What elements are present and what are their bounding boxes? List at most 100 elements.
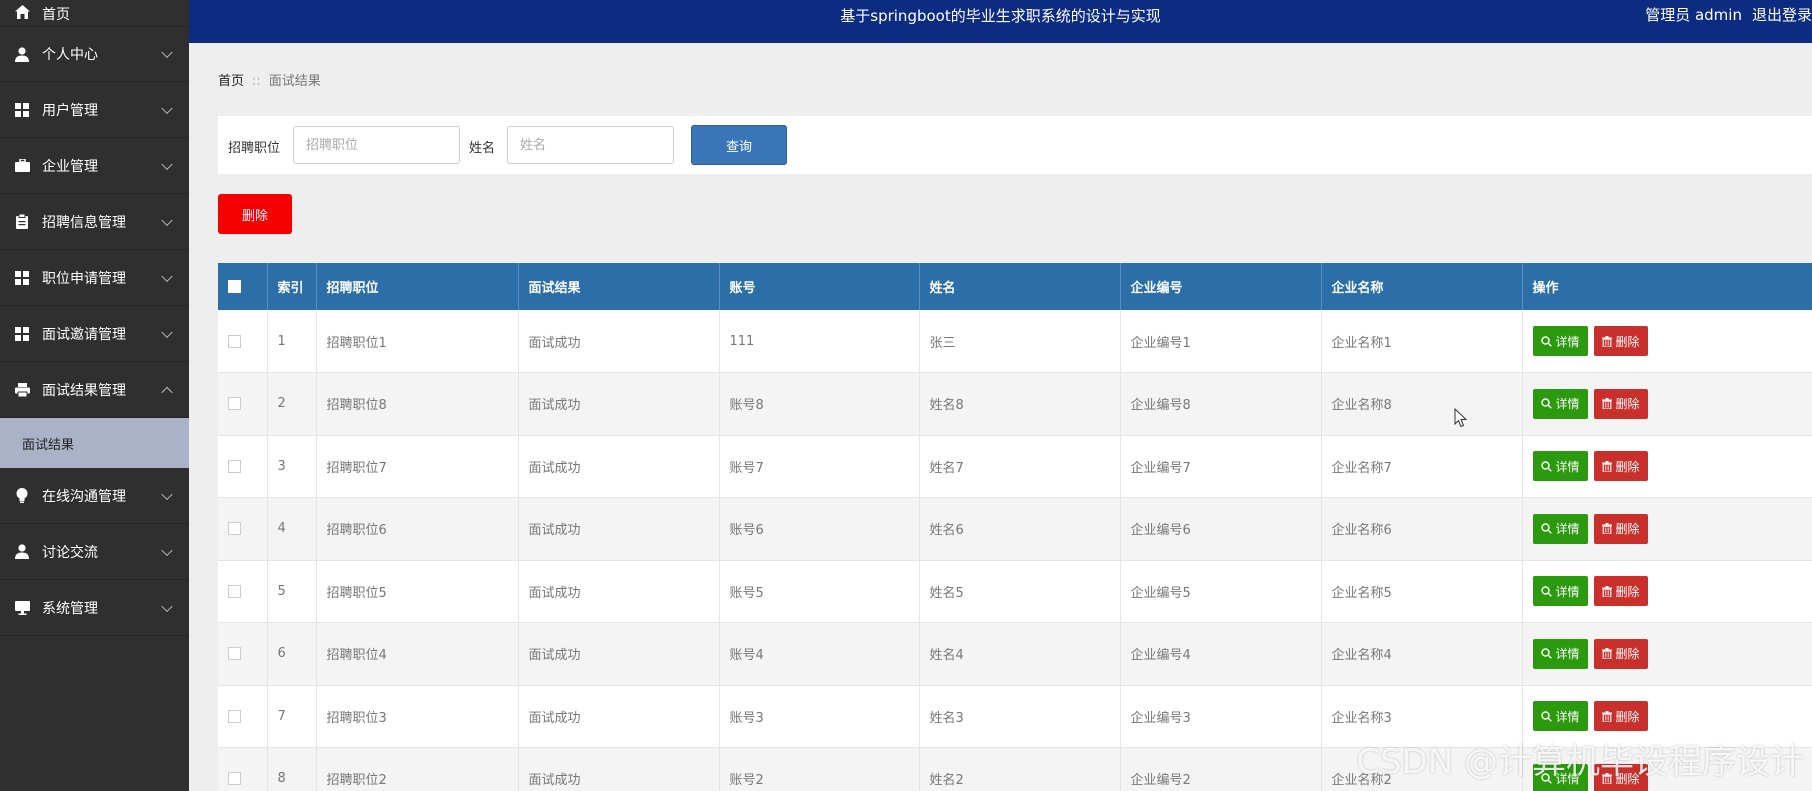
position-search-input[interactable] xyxy=(293,126,460,164)
grid-icon xyxy=(14,102,30,118)
detail-button[interactable]: 详情 xyxy=(1532,451,1588,482)
sidebar-item-job-application[interactable]: 职位申请管理 xyxy=(0,250,189,306)
row-checkbox[interactable] xyxy=(228,397,241,411)
detail-button-label: 详情 xyxy=(1555,334,1580,349)
cell-index: 7 xyxy=(267,685,317,748)
delete-button-label: 删除 xyxy=(1615,584,1640,599)
row-select-cell[interactable] xyxy=(218,435,268,498)
detail-button[interactable]: 详情 xyxy=(1532,701,1588,732)
cell-position: 招聘职位3 xyxy=(316,685,519,748)
batch-delete-button[interactable]: 删除 xyxy=(218,194,292,234)
cell-company-no: 企业编号3 xyxy=(1120,685,1322,748)
cell-position: 招聘职位5 xyxy=(316,560,519,623)
chevron-down-icon xyxy=(161,102,173,114)
chevron-down-icon xyxy=(161,158,173,170)
cell-company-no: 企业编号6 xyxy=(1120,497,1322,561)
briefcase-icon xyxy=(14,158,30,174)
search-icon xyxy=(1540,461,1552,472)
row-checkbox[interactable] xyxy=(228,522,241,536)
sidebar-item-system-management[interactable]: 系统管理 xyxy=(0,580,189,636)
cell-company-name: 企业名称7 xyxy=(1321,435,1523,498)
delete-button-label: 删除 xyxy=(1615,709,1640,724)
row-delete-button[interactable]: 删除 xyxy=(1593,326,1648,356)
logout-link[interactable]: 退出登录 xyxy=(1752,6,1812,24)
trash-icon xyxy=(1601,335,1612,347)
detail-button[interactable]: 详情 xyxy=(1532,513,1588,544)
row-checkbox[interactable] xyxy=(228,772,241,786)
mouse-cursor-icon xyxy=(1454,408,1468,428)
row-checkbox[interactable] xyxy=(228,647,241,661)
row-select-cell[interactable] xyxy=(218,622,268,686)
detail-button[interactable]: 详情 xyxy=(1532,326,1588,356)
select-all-cell[interactable] xyxy=(218,263,268,310)
row-delete-button[interactable]: 删除 xyxy=(1593,451,1648,482)
cell-result: 面试成功 xyxy=(518,685,720,748)
breadcrumb-separator: :: xyxy=(252,74,261,89)
breadcrumb-home[interactable]: 首页 xyxy=(218,74,244,89)
detail-button[interactable]: 详情 xyxy=(1532,388,1588,419)
sidebar-subitem-interview-result[interactable]: 面试结果 xyxy=(0,418,189,468)
cell-account: 111 xyxy=(719,310,920,373)
row-delete-button[interactable]: 删除 xyxy=(1593,513,1648,544)
trash-icon xyxy=(1601,398,1612,410)
cell-name: 姓名5 xyxy=(919,560,1121,623)
table-row: 2 招聘职位8 面试成功 账号8 姓名8 企业编号8 企业名称8 详情 删除 xyxy=(218,372,1812,436)
detail-button-label: 详情 xyxy=(1555,647,1580,662)
detail-button[interactable]: 详情 xyxy=(1532,638,1588,669)
row-select-cell[interactable] xyxy=(218,372,268,436)
cell-company-no: 企业编号4 xyxy=(1120,622,1322,686)
row-checkbox[interactable] xyxy=(228,334,241,348)
detail-button-label: 详情 xyxy=(1555,522,1580,537)
sidebar-item-recruitment-info[interactable]: 招聘信息管理 xyxy=(0,194,189,250)
trash-icon xyxy=(1601,710,1612,722)
sidebar-item-interview-result[interactable]: 面试结果管理 xyxy=(0,362,189,418)
cell-result: 面试成功 xyxy=(518,747,720,791)
row-delete-button[interactable]: 删除 xyxy=(1593,388,1648,419)
trash-icon xyxy=(1601,648,1612,660)
row-checkbox[interactable] xyxy=(228,584,241,598)
sidebar-item-discussion[interactable]: 讨论交流 xyxy=(0,524,189,580)
chevron-down-icon xyxy=(161,326,173,338)
row-checkbox[interactable] xyxy=(228,459,241,473)
sidebar-item-online-chat[interactable]: 在线沟通管理 xyxy=(0,468,189,524)
sidebar-item-user-management[interactable]: 用户管理 xyxy=(0,82,189,138)
row-checkbox[interactable] xyxy=(228,709,241,723)
sidebar-item-label: 企业管理 xyxy=(42,158,98,175)
cell-position: 招聘职位1 xyxy=(316,310,519,373)
cell-result: 面试成功 xyxy=(518,372,720,436)
position-label: 招聘职位 xyxy=(228,141,281,156)
column-header: 面试结果 xyxy=(518,263,720,310)
sidebar-item-personal-center[interactable]: 个人中心 xyxy=(0,26,189,82)
cell-index: 6 xyxy=(267,622,317,686)
row-delete-button[interactable]: 删除 xyxy=(1593,638,1648,669)
table-row: 1 招聘职位1 面试成功 111 张三 企业编号1 企业名称1 详情 删除 xyxy=(218,310,1812,373)
printer-icon xyxy=(14,382,30,398)
chevron-down-icon xyxy=(161,214,173,226)
column-header: 招聘职位 xyxy=(316,263,519,310)
row-select-cell[interactable] xyxy=(218,497,268,561)
column-header: 企业名称 xyxy=(1321,263,1523,310)
name-search-input[interactable] xyxy=(507,126,674,164)
sidebar-item-interview-invite[interactable]: 面试邀请管理 xyxy=(0,306,189,362)
sidebar-item-label: 个人中心 xyxy=(42,47,98,63)
detail-button[interactable]: 详情 xyxy=(1532,576,1588,607)
query-button[interactable]: 查询 xyxy=(691,125,787,165)
row-select-cell[interactable] xyxy=(218,747,268,791)
select-all-checkbox[interactable] xyxy=(228,280,241,293)
sidebar-item-label: 面试邀请管理 xyxy=(42,326,126,343)
row-select-cell[interactable] xyxy=(218,685,268,748)
table-row: 6 招聘职位4 面试成功 账号4 姓名4 企业编号4 企业名称4 详情 删除 xyxy=(218,622,1812,686)
row-delete-button[interactable]: 删除 xyxy=(1593,576,1648,607)
row-delete-button[interactable]: 删除 xyxy=(1593,701,1648,732)
sidebar-item-home[interactable]: 首页 xyxy=(0,0,189,26)
row-select-cell[interactable] xyxy=(218,560,268,623)
search-icon xyxy=(1540,398,1552,410)
actions-cell: 详情 删除 xyxy=(1522,372,1812,436)
row-select-cell[interactable] xyxy=(218,310,268,373)
cell-name: 姓名8 xyxy=(919,372,1121,436)
sidebar-item-label: 职位申请管理 xyxy=(42,270,126,287)
column-header: 姓名 xyxy=(919,263,1121,310)
cell-result: 面试成功 xyxy=(518,435,720,498)
cell-company-name: 企业名称6 xyxy=(1321,497,1523,561)
sidebar-item-company-management[interactable]: 企业管理 xyxy=(0,138,189,194)
